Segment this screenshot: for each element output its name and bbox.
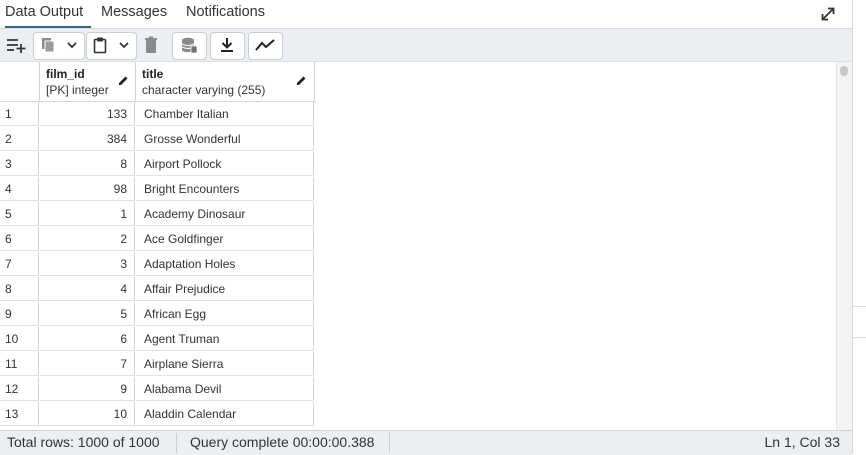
film-id-cell[interactable]: 2 — [40, 227, 135, 251]
column-name: film_id — [46, 67, 85, 81]
title-cell[interactable]: Airplane Sierra — [136, 352, 314, 376]
title-cell[interactable]: African Egg — [136, 302, 314, 326]
save-data-icon[interactable] — [174, 32, 203, 58]
column-header-title[interactable]: title character varying (255) — [136, 62, 315, 102]
data-grid: film_id [PK] integer title character var… — [0, 62, 836, 430]
vertical-scrollbar[interactable] — [836, 62, 852, 430]
column-type: [PK] integer — [46, 83, 109, 97]
film-id-cell[interactable]: 10 — [40, 402, 135, 426]
row-number-cell[interactable]: 6 — [0, 227, 39, 251]
cursor-position-text: Ln 1, Col 33 — [764, 434, 841, 450]
table-row[interactable]: 9 5 African Egg — [0, 302, 315, 327]
film-id-cell[interactable]: 8 — [40, 152, 135, 176]
tab-data-output[interactable]: Data Output — [5, 0, 91, 28]
row-number-cell[interactable]: 12 — [0, 377, 39, 401]
expand-icon[interactable] — [818, 4, 838, 24]
results-toolbar — [0, 29, 852, 62]
table-row[interactable]: 4 98 Bright Encounters — [0, 177, 315, 202]
row-number-cell[interactable]: 4 — [0, 177, 39, 201]
title-cell[interactable]: Bright Encounters — [136, 177, 314, 201]
table-row[interactable]: 11 7 Airplane Sierra — [0, 352, 315, 377]
title-cell[interactable]: Affair Prejudice — [136, 277, 314, 301]
column-name: title — [142, 67, 164, 81]
row-number-cell[interactable]: 5 — [0, 202, 39, 226]
edit-icon[interactable] — [294, 74, 308, 88]
delete-icon[interactable] — [138, 32, 164, 58]
title-cell[interactable]: Grosse Wonderful — [136, 127, 314, 151]
results-tab-bar: Data Output Messages Notifications — [0, 0, 852, 29]
row-number-cell[interactable]: 11 — [0, 352, 39, 376]
title-cell[interactable]: Agent Truman — [136, 327, 314, 351]
row-number-cell[interactable]: 8 — [0, 277, 39, 301]
title-cell[interactable]: Adaptation Holes — [136, 252, 314, 276]
title-cell[interactable]: Chamber Italian — [136, 102, 314, 126]
column-header-film-id[interactable]: film_id [PK] integer — [40, 62, 136, 102]
table-row[interactable]: 5 1 Academy Dinosaur — [0, 202, 315, 227]
status-divider — [389, 433, 390, 453]
table-row[interactable]: 1 133 Chamber Italian — [0, 102, 315, 127]
chevron-down-icon[interactable] — [63, 32, 81, 58]
edit-icon[interactable] — [116, 74, 130, 88]
title-cell[interactable]: Academy Dinosaur — [136, 202, 314, 226]
film-id-cell[interactable]: 133 — [40, 102, 135, 126]
row-number-cell[interactable]: 2 — [0, 127, 39, 151]
panel-splitter[interactable] — [853, 306, 866, 338]
table-row[interactable]: 7 3 Adaptation Holes — [0, 252, 315, 277]
row-number-cell[interactable]: 3 — [0, 152, 39, 176]
total-rows-text: Total rows: 1000 of 1000 — [7, 434, 160, 450]
column-type: character varying (255) — [142, 83, 266, 97]
query-status-text: Query complete 00:00:00.388 — [190, 434, 375, 450]
film-id-cell[interactable]: 6 — [40, 327, 135, 351]
film-id-cell[interactable]: 98 — [40, 177, 135, 201]
status-bar: Total rows: 1000 of 1000 Query complete … — [0, 430, 852, 455]
film-id-cell[interactable]: 7 — [40, 352, 135, 376]
paste-icon[interactable] — [88, 32, 112, 58]
add-row-icon[interactable] — [2, 32, 30, 58]
row-number-header[interactable] — [0, 62, 40, 102]
chevron-down-icon[interactable] — [115, 32, 133, 58]
row-number-cell[interactable]: 7 — [0, 252, 39, 276]
tab-notifications[interactable]: Notifications — [186, 0, 265, 28]
row-number-cell[interactable]: 10 — [0, 327, 39, 351]
table-row[interactable]: 2 384 Grosse Wonderful — [0, 127, 315, 152]
download-icon[interactable] — [212, 32, 241, 58]
tab-messages[interactable]: Messages — [101, 0, 167, 28]
title-cell[interactable]: Ace Goldfinger — [136, 227, 314, 251]
table-row[interactable]: 10 6 Agent Truman — [0, 327, 315, 352]
table-row[interactable]: 13 10 Aladdin Calendar — [0, 402, 315, 427]
status-divider — [176, 433, 177, 453]
film-id-cell[interactable]: 9 — [40, 377, 135, 401]
scrollbar-thumb[interactable] — [840, 66, 848, 76]
copy-icon[interactable] — [35, 32, 61, 58]
table-row[interactable]: 3 8 Airport Pollock — [0, 152, 315, 177]
title-cell[interactable]: Aladdin Calendar — [136, 402, 314, 426]
table-row[interactable]: 8 4 Affair Prejudice — [0, 277, 315, 302]
title-cell[interactable]: Alabama Devil — [136, 377, 314, 401]
table-row[interactable]: 6 2 Ace Goldfinger — [0, 227, 315, 252]
title-cell[interactable]: Airport Pollock — [136, 152, 314, 176]
film-id-cell[interactable]: 1 — [40, 202, 135, 226]
table-row[interactable]: 12 9 Alabama Devil — [0, 377, 315, 402]
side-panel-edge — [852, 0, 866, 454]
row-number-cell[interactable]: 13 — [0, 402, 39, 426]
graph-visualiser-icon[interactable] — [250, 32, 279, 58]
query-results-panel: Data Output Messages Notifications film_… — [0, 0, 852, 455]
film-id-cell[interactable]: 384 — [40, 127, 135, 151]
row-number-cell[interactable]: 9 — [0, 302, 39, 326]
film-id-cell[interactable]: 3 — [40, 252, 135, 276]
film-id-cell[interactable]: 4 — [40, 277, 135, 301]
film-id-cell[interactable]: 5 — [40, 302, 135, 326]
row-number-cell[interactable]: 1 — [0, 102, 39, 126]
